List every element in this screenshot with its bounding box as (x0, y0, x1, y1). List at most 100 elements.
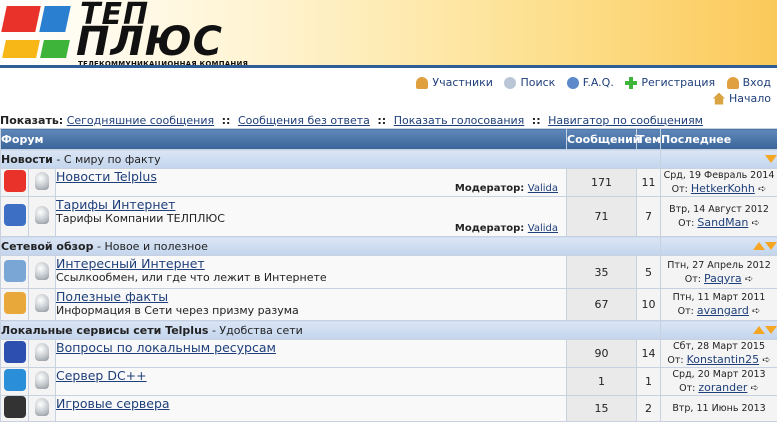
last-post-author-link[interactable]: Konstantin25 (687, 353, 759, 366)
last-post-author-link[interactable]: SandMan (697, 216, 748, 229)
nav-search-link[interactable]: Поиск (504, 76, 555, 89)
collapse-cell (660, 320, 777, 340)
moderator-link[interactable]: Valida (528, 223, 558, 234)
logo-text-main[interactable]: ПЛЮС (76, 22, 223, 62)
category-row: Новости - С миру по факту (0, 149, 777, 169)
posts-count: 71 (566, 196, 638, 237)
last-post-by: От: avangard ➪ (661, 304, 777, 318)
topics-count: 5 (636, 255, 662, 289)
forum-title-link[interactable]: Сервер DC++ (56, 368, 147, 383)
from-label: От: (678, 218, 695, 229)
forum-icon-cell (0, 395, 29, 422)
forum-icon-cell (0, 339, 29, 368)
goto-post-icon[interactable]: ➪ (755, 184, 766, 195)
forum-title-link[interactable]: Тарифы Интернет (56, 197, 175, 212)
category-cell: Сетевой обзор - Новое и полезное (0, 236, 662, 256)
forum-table: Форум Сообщений Тем Последнее Новости - … (0, 128, 777, 422)
category-name[interactable]: Сетевой обзор (1, 240, 94, 253)
forum-icon-cell (0, 367, 29, 396)
forum-icon (3, 204, 26, 226)
posts-count: 171 (566, 168, 638, 197)
nav-home-link[interactable]: Начало (712, 92, 771, 105)
status-cell (28, 168, 56, 197)
forum-row: Полезные факты Информация в Сети через пр… (0, 288, 777, 321)
collapse-up-icon[interactable] (753, 325, 766, 334)
category-cell: Локальные сервисы сети Telplus - Удобств… (0, 320, 662, 340)
show-navigator-link[interactable]: Навигатор по сообщениям (548, 114, 703, 127)
forum-cell: Интересный Интернет Ссылкообмен, или где … (54, 255, 568, 289)
category-row: Локальные сервисы сети Telplus - Удобств… (0, 320, 777, 340)
plus-icon (625, 76, 638, 89)
collapse-down-icon[interactable] (765, 241, 777, 250)
last-post-cell: Срд, 19 Февраль 2014 От: HetkerKohh ➪ (660, 168, 777, 197)
category-name[interactable]: Локальные сервисы сети Telplus (1, 324, 208, 337)
logo-red-square (1, 6, 41, 32)
collapse-down-icon[interactable] (765, 325, 777, 334)
forum-title-link[interactable]: Вопросы по локальным ресурсам (56, 340, 276, 355)
forum-row: Вопросы по локальным ресурсам 90 14 Сбт, 28… (0, 339, 777, 368)
topics-count: 1 (636, 367, 662, 396)
top-nav-row2: Начало (705, 92, 771, 108)
goto-post-icon[interactable]: ➪ (759, 355, 770, 366)
forum-icon-cell (0, 255, 29, 289)
last-post-author-link[interactable]: HetkerKohh (691, 182, 755, 195)
home-icon (712, 92, 725, 105)
forum-icon-cell (0, 168, 29, 197)
show-today-link[interactable]: Сегодняшние сообщения (67, 114, 214, 127)
last-post-author-link[interactable]: Paqyra (704, 272, 742, 285)
forum-title-link[interactable]: Интересный Интернет (56, 256, 205, 271)
forum-icon-cell (0, 196, 29, 237)
category-row: Сетевой обзор - Новое и полезное (0, 236, 777, 256)
forum-row: Сервер DC++ 1 1 Срд, 20 Март 2013 От: zorand… (0, 367, 777, 396)
goto-post-icon[interactable]: ➪ (749, 306, 760, 317)
show-bar: Показать: Сегодняшние сообщения :: Сообщ… (0, 114, 703, 127)
members-icon (416, 76, 429, 89)
forum-title-link[interactable]: Полезные факты (56, 289, 168, 304)
last-post-cell: Втр, 11 Июнь 2013 (660, 395, 777, 422)
goto-post-icon[interactable]: ➪ (748, 218, 759, 229)
show-polls-link[interactable]: Показать голосования (394, 114, 525, 127)
last-post-date: Сбт, 28 Март 2015 (673, 341, 765, 352)
status-cell (28, 339, 56, 368)
forum-icon (3, 259, 26, 282)
logo-blue-square (39, 6, 71, 32)
forum-cell: Новости Telplus Модератор: Valida (54, 168, 568, 197)
collapse-down-icon[interactable] (765, 154, 777, 163)
forum-cell: Полезные факты Информация в Сети через пр… (54, 288, 568, 321)
show-unanswered-link[interactable]: Сообщения без ответа (238, 114, 370, 127)
topics-count: 14 (636, 339, 662, 368)
category-desc: - С миру по факту (52, 152, 161, 166)
forum-title-link[interactable]: Новости Telplus (56, 169, 157, 184)
from-label: От: (679, 383, 696, 394)
nav-members-link[interactable]: Участники (416, 76, 493, 89)
nav-register-label: Регистрация (641, 76, 716, 89)
bulb-icon (35, 172, 49, 190)
forum-title-link[interactable]: Игровые сервера (56, 396, 170, 411)
goto-post-icon[interactable]: ➪ (747, 383, 759, 394)
category-name[interactable]: Новости (1, 153, 53, 166)
last-post-author-link[interactable]: avangard (697, 304, 749, 317)
forum-row: Новости Telplus Модератор: Valida 171 11 Срд… (0, 168, 777, 197)
goto-post-icon[interactable]: ➪ (742, 274, 753, 285)
status-cell (28, 255, 56, 289)
forum-icon (3, 396, 26, 418)
status-cell (28, 288, 56, 321)
bulb-icon (35, 294, 49, 312)
nav-register-link[interactable]: Регистрация (625, 76, 715, 89)
last-post-author-link[interactable]: zorander (698, 381, 747, 394)
topics-count: 11 (636, 168, 662, 197)
search-icon (504, 76, 517, 89)
faq-icon (566, 76, 579, 89)
bulb-icon (35, 343, 49, 361)
topics-count: 10 (636, 288, 662, 321)
nav-members-label: Участники (432, 76, 493, 89)
nav-login-link[interactable]: Вход (726, 76, 771, 89)
collapse-up-icon[interactable] (753, 241, 766, 250)
last-post-date: Птн, 27 Апрель 2012 (667, 259, 771, 271)
from-label: От: (684, 273, 701, 285)
last-post-cell: Втр, 14 Август 2012 От: SandMan ➪ (660, 196, 777, 237)
nav-faq-link[interactable]: F.A.Q. (566, 76, 614, 89)
moderator-link[interactable]: Valida (528, 183, 558, 194)
bulb-icon (35, 371, 49, 389)
category-cell: Новости - С миру по факту (0, 149, 662, 169)
